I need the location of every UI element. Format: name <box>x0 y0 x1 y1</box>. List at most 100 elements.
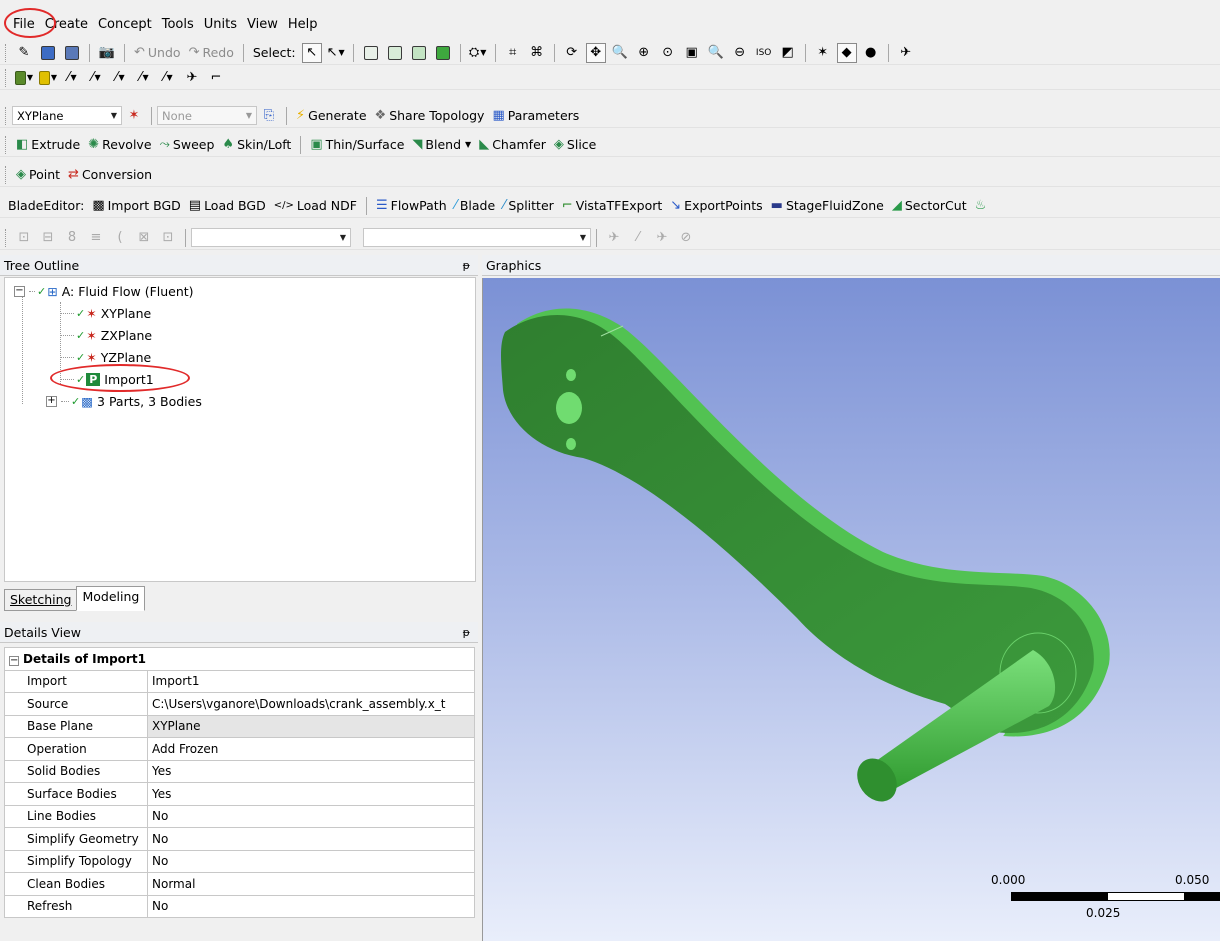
parameters-button[interactable]: ▦ Parameters <box>488 106 583 126</box>
plane-select[interactable]: XYPlane ▼ <box>12 106 122 125</box>
pin-icon[interactable]: ✈ <box>182 68 202 88</box>
slice-button[interactable]: ◈ Slice <box>550 135 600 155</box>
chamfer-button[interactable]: ◣ Chamfer <box>475 135 550 155</box>
blank-combo-1[interactable]: ▼ <box>191 228 351 247</box>
tab-modeling[interactable]: Modeling <box>76 586 146 611</box>
tree-node-root[interactable]: − ✓ ⊞ A: Fluid Flow (Fluent) <box>14 280 194 302</box>
import-bgd-button[interactable]: ▩ Import BGD <box>88 196 184 216</box>
blend-button[interactable]: ◥ Blend ▼ <box>408 135 475 155</box>
point-button[interactable]: ◈ Point <box>12 165 64 185</box>
new-sketch-icon[interactable]: ⎘ <box>259 106 279 126</box>
zoom-green-icon[interactable]: 🔍 <box>706 43 726 63</box>
menu-create[interactable]: Create <box>40 14 93 36</box>
menu-file[interactable]: File <box>8 14 40 36</box>
sectorcut-button[interactable]: ◢ SectorCut <box>888 196 971 216</box>
skin-loft-button[interactable]: ♠ Skin/Loft <box>218 135 295 155</box>
menu-tools[interactable]: Tools <box>157 14 199 36</box>
collapse-icon[interactable]: − <box>9 655 19 666</box>
camera-icon[interactable]: 📷 <box>97 43 117 63</box>
select-edge-icon[interactable] <box>385 43 405 63</box>
rotate-icon[interactable]: ⟳ <box>562 43 582 63</box>
crank-model[interactable] <box>483 278 1220 941</box>
table-row[interactable]: Clean Bodies Normal <box>4 872 475 896</box>
menu-concept[interactable]: Concept <box>93 14 157 36</box>
tree-node-parts[interactable]: + ✓ ▩ 3 Parts, 3 Bodies <box>46 390 202 412</box>
triad-icon[interactable]: ✶ <box>813 43 833 63</box>
sketch-select[interactable]: None ▼ <box>157 106 257 125</box>
table-row[interactable]: Source C:\Users\vganore\Downloads\crank_a… <box>4 692 475 716</box>
table-row[interactable]: Simplify Topology No <box>4 849 475 873</box>
select-mode-icon[interactable]: ↖ ▼ <box>326 43 346 63</box>
pin-icon[interactable]: ᵽ <box>463 622 470 643</box>
tab-sketching[interactable]: Sketching <box>4 589 78 611</box>
menu-help[interactable]: Help <box>283 14 323 36</box>
zoom-in-icon[interactable]: ⊕ <box>634 43 654 63</box>
point-display-icon[interactable]: ● <box>861 43 881 63</box>
select-face-icon[interactable] <box>409 43 429 63</box>
revolve-button[interactable]: ✺ Revolve <box>84 135 155 155</box>
tree-node-zxplane[interactable]: ✓ ✶ ZXPlane <box>60 324 152 346</box>
share-topology-button[interactable]: ❖ Share Topology <box>371 106 489 126</box>
display-mode-icon[interactable]: ◩ <box>778 43 798 63</box>
pan-icon[interactable]: ✥ <box>585 42 606 63</box>
line-tool-3-icon[interactable]: ⁄ ▼ <box>134 68 154 88</box>
extend-selection-icon[interactable]: ⛭ ▼ <box>468 43 488 63</box>
look-at-icon[interactable]: ✈ <box>896 43 916 63</box>
load-ndf-button[interactable]: </> Load NDF <box>270 196 361 216</box>
vistatfexport-button[interactable]: ⌐ VistaTFExport <box>558 196 666 216</box>
table-row[interactable]: Operation Add Frozen <box>4 737 475 761</box>
undo-button[interactable]: ↶ Undo <box>130 43 185 63</box>
select-body-icon[interactable] <box>433 43 453 63</box>
zoom-out-icon[interactable]: ⊖ <box>730 43 750 63</box>
menu-units[interactable]: Units <box>199 14 242 36</box>
box-select-icon[interactable]: ⌗ <box>503 43 523 63</box>
details-group-row[interactable]: − Details of Import1 <box>4 647 475 671</box>
tree-node-yzplane[interactable]: ✓ ✶ YZPlane <box>60 346 151 368</box>
table-row[interactable]: Import Import1 <box>4 669 475 693</box>
splitter-button[interactable]: ⁄ Splitter <box>499 196 558 216</box>
pin-icon[interactable]: ᵽ <box>463 255 470 276</box>
load-bgd-button[interactable]: ▤ Load BGD <box>185 196 270 216</box>
new-plane-icon[interactable]: ✶ <box>124 106 144 126</box>
save-icon[interactable] <box>38 43 58 63</box>
save-as-icon[interactable] <box>62 43 82 63</box>
exportpoints-button[interactable]: ↘ ExportPoints <box>666 196 766 216</box>
blade-button[interactable]: ⁄ Blade <box>451 196 500 216</box>
sweep-button[interactable]: ⤳ Sweep <box>156 135 219 155</box>
table-row[interactable]: Solid Bodies Yes <box>4 759 475 783</box>
shaded-model-icon[interactable]: ◆ <box>836 42 857 63</box>
iso-view-icon[interactable]: ISO <box>754 43 774 63</box>
redo-button[interactable]: ↷ Redo <box>185 43 238 63</box>
table-row[interactable]: Surface Bodies Yes <box>4 782 475 806</box>
zoom-fit-icon[interactable]: ▣ <box>682 43 702 63</box>
tree-node-xyplane[interactable]: ✓ ✶ XYPlane <box>60 302 151 324</box>
color-green-icon[interactable]: ▼ <box>14 68 34 88</box>
new-icon[interactable]: ✎ <box>14 43 34 63</box>
table-row[interactable]: Base Plane XYPlane <box>4 714 475 738</box>
generate-button[interactable]: ⚡ Generate <box>292 106 371 126</box>
color-yellow-icon[interactable]: ▼ <box>38 68 58 88</box>
stagefluidzone-button[interactable]: ▬ StageFluidZone <box>767 196 888 216</box>
table-row[interactable]: Simplify Geometry No <box>4 827 475 851</box>
collapse-icon[interactable]: − <box>14 285 25 297</box>
line-tool-0-icon[interactable]: ⁄ ▼ <box>62 68 82 88</box>
blank-combo-2[interactable]: ▼ <box>363 228 591 247</box>
table-row[interactable]: Refresh No <box>4 894 475 918</box>
graphics-viewport[interactable]: 0.000 0.050 0.025 <box>482 278 1220 941</box>
tree-node-import1[interactable]: ✓ P Import1 <box>60 368 154 390</box>
line-tool-x-icon[interactable]: ⁄ ▼ <box>158 68 178 88</box>
select-vertex-icon[interactable] <box>361 43 381 63</box>
thin-surface-button[interactable]: ▣ Thin/Surface <box>306 135 408 155</box>
expand-icon[interactable]: + <box>46 395 57 407</box>
conversion-button[interactable]: ⇄ Conversion <box>64 165 156 185</box>
line-tool-2-icon[interactable]: ⁄ ▼ <box>110 68 130 88</box>
zoom-icon[interactable]: 🔍 <box>610 43 630 63</box>
zoom-box-icon[interactable]: ⊙ <box>658 43 678 63</box>
select-point-icon[interactable]: ↖ <box>301 42 322 63</box>
extrude-button[interactable]: ◧ Extrude <box>12 135 84 155</box>
flowpath-button[interactable]: ☰ FlowPath <box>372 196 451 216</box>
line-tool-1-icon[interactable]: ⁄ ▼ <box>86 68 106 88</box>
flag-icon[interactable]: ⌐ <box>206 68 226 88</box>
box-deselect-icon[interactable]: ⌘ <box>527 43 547 63</box>
truncated-tool-button[interactable]: ♨ <box>971 196 994 216</box>
